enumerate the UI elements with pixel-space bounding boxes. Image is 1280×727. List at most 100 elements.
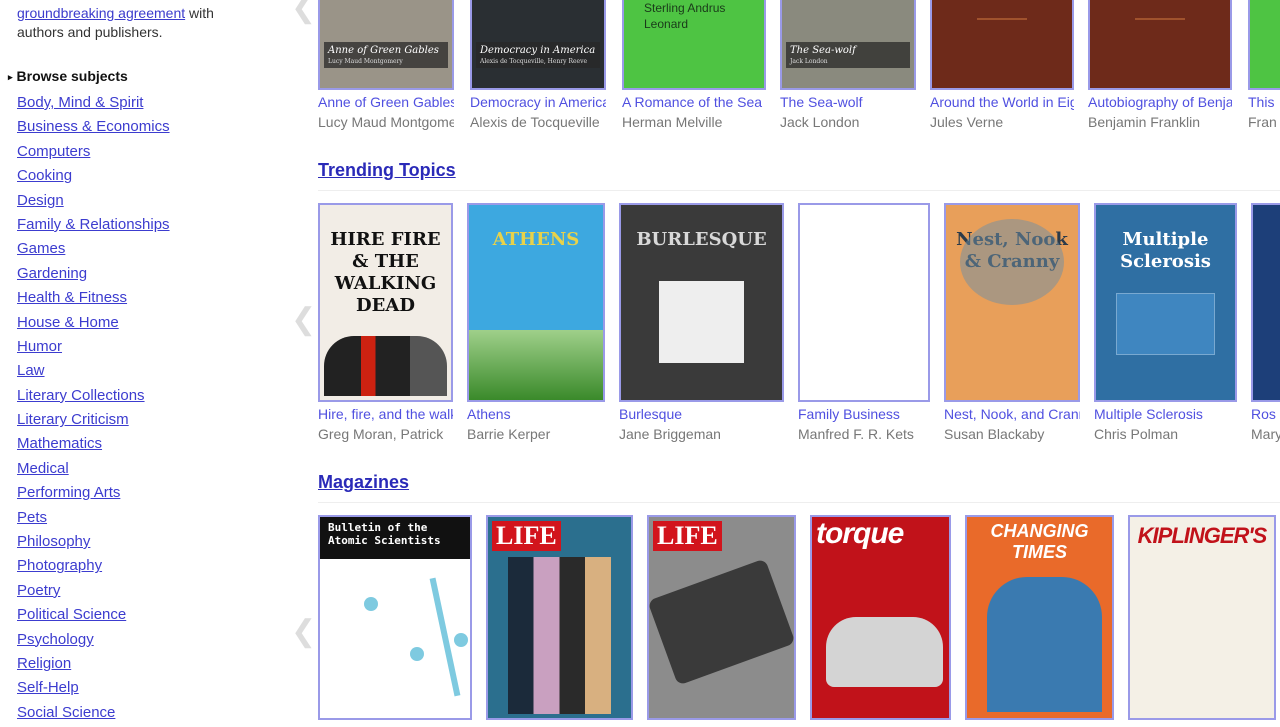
book-title[interactable]: A Romance of the Sea [622,94,766,110]
book-cover[interactable] [798,203,930,402]
cover-ornament [1135,18,1185,20]
trending-left-arrow-icon[interactable]: ❮ [291,302,316,337]
cover-caption: Anne of Green Gables Lucy Maud Montgomery [324,42,448,68]
book-author: Jules Verne [930,114,1004,130]
magazine-cover[interactable]: LIFE [647,515,796,720]
book-author: Fran [1248,114,1277,130]
subject-link[interactable]: House & Home [17,314,119,331]
subject-item: Gardening [17,264,170,288]
subject-link[interactable]: Literary Criticism [17,411,129,428]
subject-link[interactable]: Religion [17,655,71,672]
subject-link[interactable]: Mathematics [17,435,102,452]
subject-item: Health & Fitness [17,288,170,312]
book-author: Barrie Kerper [467,426,551,442]
magazine-masthead: KIPLINGER'S [1137,523,1268,548]
magazine-cover[interactable]: LIFE [486,515,633,720]
book-cover[interactable]: Multiple Sclerosis [1094,203,1237,402]
magazine-cover[interactable]: Bulletin of the Atomic Scientists [318,515,472,720]
book-author: Herman Melville [622,114,723,130]
subject-link[interactable]: Business & Economics [17,118,170,135]
cover-art [1116,293,1215,355]
subject-link[interactable]: Social Science [17,704,115,721]
subject-link[interactable]: Psychology [17,631,94,648]
magazine-art [826,617,943,687]
book-cover[interactable] [930,0,1074,90]
book-cover[interactable]: Nest, Nook & Cranny [944,203,1080,402]
book-cover[interactable]: Anne of Green Gables Lucy Maud Montgomery [318,0,454,90]
book-author: Jack London [780,114,860,130]
subject-item: Psychology [17,630,170,654]
subject-item: Cooking [17,166,170,190]
subject-link[interactable]: Philosophy [17,533,90,550]
subject-item: Philosophy [17,532,170,556]
subject-link[interactable]: Self-Help [17,679,79,696]
subject-item: Literary Collections [17,386,170,410]
book-cover[interactable]: Sterling Andrus Leonard [622,0,766,90]
book-title[interactable]: Around the World in Eighty Days [930,94,1074,110]
cover-caption: The Sea-wolf Jack London [786,42,910,68]
book-author: Greg Moran, Patrick [318,426,444,442]
book-title[interactable]: Athens [467,406,605,422]
book-title[interactable]: This [1248,94,1280,110]
book-cover[interactable]: ATHENS [467,203,605,402]
magazine-art [649,558,794,686]
magazine-masthead: LIFE [492,521,561,551]
subject-link[interactable]: Cooking [17,167,72,184]
intro-after: with [185,5,214,21]
cover-author: Alexis de Tocqueville, Henry Reeve [480,58,588,65]
subject-link[interactable]: Humor [17,338,62,355]
book-cover[interactable]: BURLESQUE [619,203,784,402]
book-cover[interactable] [1251,203,1280,402]
subject-link[interactable]: Performing Arts [17,484,120,501]
browse-subjects-heading: ▸ Browse subjects [8,68,128,84]
agreement-link[interactable]: groundbreaking agreement [17,5,185,21]
magazines-heading[interactable]: Magazines [318,472,409,493]
book-cover[interactable]: The Sea-wolf Jack London [780,0,916,90]
book-title[interactable]: Burlesque [619,406,784,422]
magazines-left-arrow-icon[interactable]: ❮ [291,614,316,649]
magazine-cover[interactable]: KIPLINGER'S [1128,515,1276,720]
subject-link[interactable]: Literary Collections [17,387,145,404]
subject-item: Family & Relationships [17,215,170,239]
magazine-cover[interactable]: torque [810,515,951,720]
cover-ornament [977,18,1027,20]
book-title[interactable]: Multiple Sclerosis [1094,406,1237,422]
book-title[interactable]: Ros [1251,406,1280,422]
book-title[interactable]: Anne of Green Gables [318,94,454,110]
book-cover[interactable]: Democracy in America Alexis de Tocquevill… [470,0,606,90]
book-title[interactable]: Nest, Nook, and Cranny [944,406,1080,422]
subject-link[interactable]: Law [17,362,45,379]
subject-link[interactable]: Design [17,192,64,209]
shelf-left-arrow-icon[interactable]: ❮ [291,0,316,25]
magazine-cover[interactable]: CHANGING TIMES [965,515,1114,720]
magazine-masthead: Bulletin of the Atomic Scientists [320,517,470,559]
subject-item: Photography [17,556,170,580]
book-title[interactable]: Hire, fire, and the walking dead [318,406,453,422]
subject-link[interactable]: Family & Relationships [17,216,170,233]
subject-link[interactable]: Pets [17,509,47,526]
subject-link[interactable]: Medical [17,460,69,477]
trending-shelf: HIRE FIRE & THE WALKING DEAD Hire, fire, … [318,203,1280,448]
subject-link[interactable]: Photography [17,557,102,574]
book-title[interactable]: Autobiography of Benjamin Franklin [1088,94,1232,110]
subject-item: Religion [17,654,170,678]
subject-link[interactable]: Computers [17,143,90,160]
subject-link[interactable]: Body, Mind & Spirit [17,94,143,111]
book-author: Chris Polman [1094,426,1179,442]
cover-art [659,281,744,363]
subject-link[interactable]: Health & Fitness [17,289,127,306]
book-author: Manfred F. R. Kets [798,426,914,442]
book-title[interactable]: Family Business [798,406,930,422]
book-title[interactable]: Democracy in America [470,94,606,110]
cover-title: Sterling Andrus Leonard [644,1,726,31]
trending-topics-heading[interactable]: Trending Topics [318,160,456,181]
subject-link[interactable]: Political Science [17,606,126,623]
book-cover[interactable] [1088,0,1232,90]
book-cover[interactable] [1248,0,1280,90]
book-cover[interactable]: HIRE FIRE & THE WALKING DEAD [318,203,453,402]
subject-link[interactable]: Poetry [17,582,60,599]
subject-link[interactable]: Gardening [17,265,87,282]
subject-link[interactable]: Games [17,240,65,257]
book-title[interactable]: The Sea-wolf [780,94,916,110]
magazine-masthead: LIFE [653,521,722,551]
